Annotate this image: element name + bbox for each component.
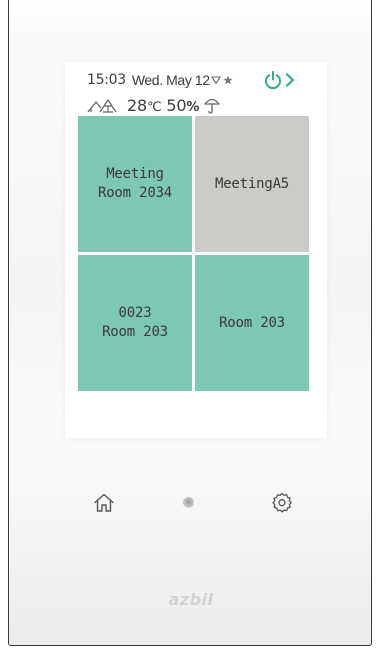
hardware-controls bbox=[9, 486, 371, 526]
brand-logo: azbil bbox=[168, 590, 214, 609]
temperature-value: 28 bbox=[127, 95, 147, 115]
power-icon bbox=[265, 70, 281, 89]
next-page-button[interactable] bbox=[283, 70, 297, 90]
humidity-value: 50 bbox=[166, 95, 187, 115]
status-bar: 15:03 Wed. May 12 28℃ 50% bbox=[87, 70, 317, 120]
room-tile[interactable]: Room 203 bbox=[195, 255, 309, 391]
room-tile[interactable]: MeetingA5 bbox=[195, 116, 309, 252]
indicator-dot bbox=[183, 497, 194, 508]
room-grid: Meeting Room 2034 MeetingA5 0023 Room 20… bbox=[78, 116, 309, 393]
display-screen: 15:03 Wed. May 12 28℃ 50% Meeting Room 2… bbox=[65, 62, 327, 438]
status-row-environment: 28℃ 50% bbox=[87, 94, 221, 116]
settings-button[interactable] bbox=[267, 488, 297, 518]
triangle-down-icon bbox=[211, 73, 222, 87]
room-tile[interactable]: Meeting Room 2034 bbox=[78, 116, 192, 252]
status-row-datetime: 15:03 Wed. May 12 bbox=[87, 70, 234, 90]
humidity-readout: 50% bbox=[166, 96, 199, 115]
chevron-right-icon bbox=[285, 73, 295, 87]
star-icon bbox=[223, 73, 234, 87]
thermostat-device: 15:03 Wed. May 12 28℃ 50% Meeting Room 2… bbox=[8, 0, 372, 646]
umbrella-icon bbox=[203, 95, 221, 115]
home-icon bbox=[94, 493, 114, 512]
device-top-highlight bbox=[9, 0, 371, 40]
temperature-readout: 28℃ bbox=[127, 95, 162, 115]
current-date: Wed. May 12 bbox=[131, 72, 210, 88]
home-button[interactable] bbox=[89, 488, 119, 518]
outdoor-indoor-icon bbox=[87, 95, 117, 115]
humidity-unit: % bbox=[186, 99, 200, 115]
room-tile[interactable]: 0023 Room 203 bbox=[78, 255, 192, 391]
current-time: 15:03 bbox=[87, 72, 126, 88]
gear-icon bbox=[272, 492, 292, 513]
power-button[interactable] bbox=[262, 69, 284, 91]
temperature-unit: ℃ bbox=[146, 99, 162, 115]
